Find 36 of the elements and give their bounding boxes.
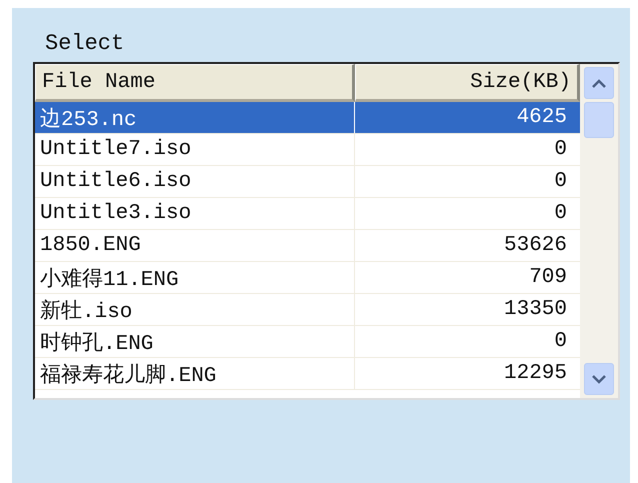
file-size-cell-text: 0 [553,137,568,163]
file-name-cell: 时钟孔.ENG [35,326,355,357]
file-size-cell-text: 4625 [516,105,568,131]
scroll-up-button[interactable] [584,67,614,99]
file-size-cell-text: 0 [553,201,568,227]
file-size-cell-text: 0 [553,169,568,195]
file-name-cell: 福禄寿花儿脚.ENG [35,358,355,389]
file-name-cell: 小难得11.ENG [35,262,355,293]
select-label: Select [45,30,124,58]
file-row[interactable]: 时钟孔.ENG 0 [35,326,580,358]
file-name-cell: Untitle6.iso [35,166,355,197]
file-row[interactable]: 新牡.iso 13350 [35,294,580,326]
file-row[interactable]: Untitle7.iso 0 [35,134,580,166]
file-row[interactable]: Untitle6.iso 0 [35,166,580,198]
file-size-cell-text: 12295 [502,361,568,387]
file-size-cell-text: 13350 [502,297,568,323]
file-name-cell: Untitle3.iso [35,198,355,229]
scroll-down-button[interactable] [584,363,614,395]
caret-up-icon [592,78,606,88]
file-name-cell: 边253.nc [35,102,355,133]
file-size-cell-text: 53626 [502,233,568,259]
file-size-cell-text: 0 [553,329,568,355]
file-size-cell-text: 709 [528,265,568,291]
file-row[interactable]: 1850.ENG 53626 [35,230,580,262]
file-name-cell: 新牡.iso [35,294,355,325]
column-header[interactable]: File Name [35,64,355,102]
caret-down-icon [592,374,606,384]
file-row[interactable]: 边253.nc 4625 [35,102,580,134]
file-row[interactable]: 小难得11.ENG 709 [35,262,580,294]
scrollbar[interactable] [580,64,618,398]
column-header[interactable]: Size(KB) [355,64,580,102]
scroll-thumb[interactable] [584,102,614,138]
file-name-cell: 1850.ENG [35,230,355,261]
file-row[interactable]: Untitle3.iso 0 [35,198,580,230]
file-name-cell: Untitle7.iso [35,134,355,165]
file-row[interactable]: 福禄寿花儿脚.ENG 12295 [35,358,580,390]
